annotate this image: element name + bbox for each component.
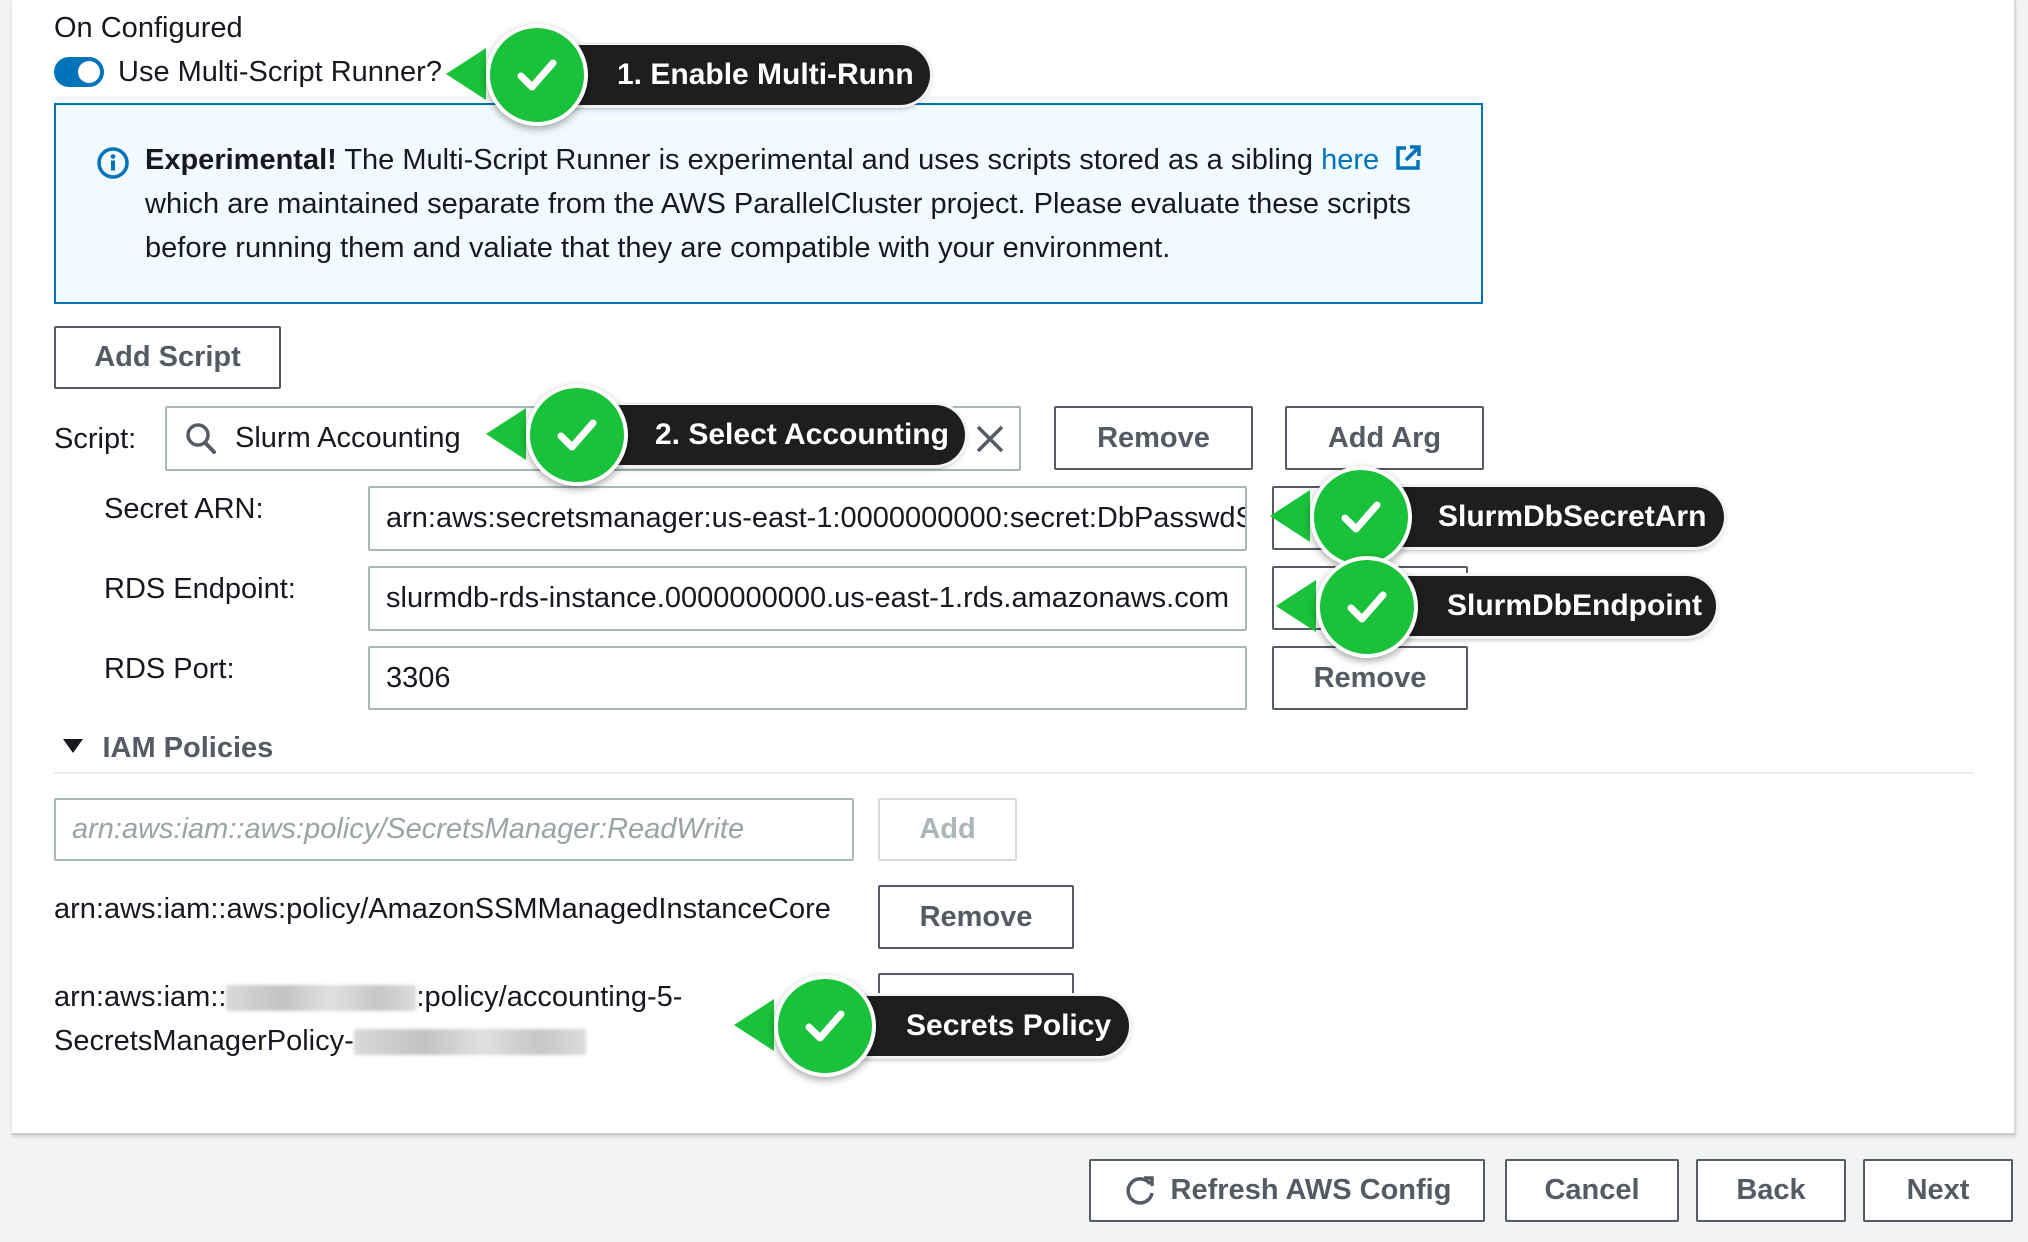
callout-3-label: SlurmDbSecretArn xyxy=(1360,487,1724,547)
alert-line-3: before running them and valiate that the… xyxy=(145,232,1171,264)
remove-script-button[interactable]: Remove xyxy=(1054,406,1253,470)
callout-4-pointer xyxy=(1276,580,1316,632)
policy-secrets-line-1: arn:aws:iam:::policy/accounting-5- xyxy=(54,979,682,1015)
refresh-icon xyxy=(1123,1174,1157,1208)
alert-bold: Experimental! xyxy=(145,144,337,176)
policy-mid: :policy/accounting-5- xyxy=(416,981,683,1013)
callout-2-pointer xyxy=(486,408,526,460)
callout-2-label: 2. Select Accounting xyxy=(590,405,965,465)
checkmark-icon xyxy=(774,975,876,1077)
policy-prefix: arn:aws:iam:: xyxy=(54,981,227,1013)
callout-1-label: 1. Enable Multi-Runn xyxy=(540,45,930,105)
rds-port-label: RDS Port: xyxy=(104,653,235,685)
iam-policies-title: IAM Policies xyxy=(102,732,274,764)
cancel-button[interactable]: Cancel xyxy=(1505,1159,1679,1222)
checkmark-icon xyxy=(526,384,628,486)
section-title: On Configured xyxy=(54,12,243,44)
rds-endpoint-input[interactable]: slurmdb-rds-instance.0000000000.us-east-… xyxy=(368,566,1247,631)
search-icon xyxy=(185,422,217,456)
secret-arn-label: Secret ARN: xyxy=(104,493,264,525)
next-button[interactable]: Next xyxy=(1863,1159,2013,1222)
experimental-alert: Experimental! The Multi-Script Runner is… xyxy=(54,103,1483,304)
add-arg-button[interactable]: Add Arg xyxy=(1285,406,1484,470)
callout-5-pointer xyxy=(734,999,774,1051)
checkmark-icon xyxy=(1316,556,1418,658)
callout-1-pointer xyxy=(446,48,486,100)
iam-divider xyxy=(54,772,1974,774)
redacted-account-id xyxy=(226,985,417,1012)
toggle-label: Use Multi-Script Runner? xyxy=(118,56,442,88)
alert-text-1: The Multi-Script Runner is experimental … xyxy=(336,144,1322,176)
secret-arn-input[interactable]: arn:aws:secretsmanager:us-east-1:0000000… xyxy=(368,486,1247,551)
rds-endpoint-label: RDS Endpoint: xyxy=(104,573,296,605)
clear-icon[interactable] xyxy=(975,424,1005,462)
refresh-label: Refresh AWS Config xyxy=(1170,1174,1452,1206)
toggle-knob xyxy=(78,61,100,83)
info-icon xyxy=(96,146,130,185)
checkmark-icon xyxy=(486,24,588,126)
redacted-policy-suffix xyxy=(353,1029,586,1056)
policy-name-prefix: SecretsManagerPolicy- xyxy=(54,1025,354,1057)
iam-policies-expander[interactable]: IAM Policies xyxy=(62,730,273,766)
callout-4-label: SlurmDbEndpoint xyxy=(1366,576,1716,636)
policy-secrets-line-2: SecretsManagerPolicy- xyxy=(54,1023,586,1059)
script-label: Script: xyxy=(54,423,137,455)
alert-line-2: which are maintained separate from the A… xyxy=(145,188,1411,220)
rds-port-input[interactable]: 3306 xyxy=(368,646,1247,710)
policy-ssm: arn:aws:iam::aws:policy/AmazonSSMManaged… xyxy=(54,893,831,925)
remove-policy-ssm-button[interactable]: Remove xyxy=(878,885,1074,949)
iam-policy-input[interactable]: arn:aws:iam::aws:policy/SecretsManager:R… xyxy=(54,798,854,861)
refresh-aws-config-button[interactable]: Refresh AWS Config xyxy=(1089,1159,1485,1222)
checkmark-icon xyxy=(1310,466,1412,568)
callout-3-pointer xyxy=(1270,490,1310,542)
external-link-icon[interactable] xyxy=(1393,143,1423,182)
back-button[interactable]: Back xyxy=(1696,1159,1846,1222)
here-link[interactable]: here xyxy=(1321,144,1379,176)
add-policy-button[interactable]: Add xyxy=(878,798,1017,861)
add-script-button[interactable]: Add Script xyxy=(54,326,281,389)
caret-down-icon xyxy=(62,736,84,761)
alert-line-1: Experimental! The Multi-Script Runner is… xyxy=(145,142,1423,182)
multi-script-toggle[interactable] xyxy=(54,57,104,87)
script-select-value: Slurm Accounting xyxy=(235,422,461,454)
